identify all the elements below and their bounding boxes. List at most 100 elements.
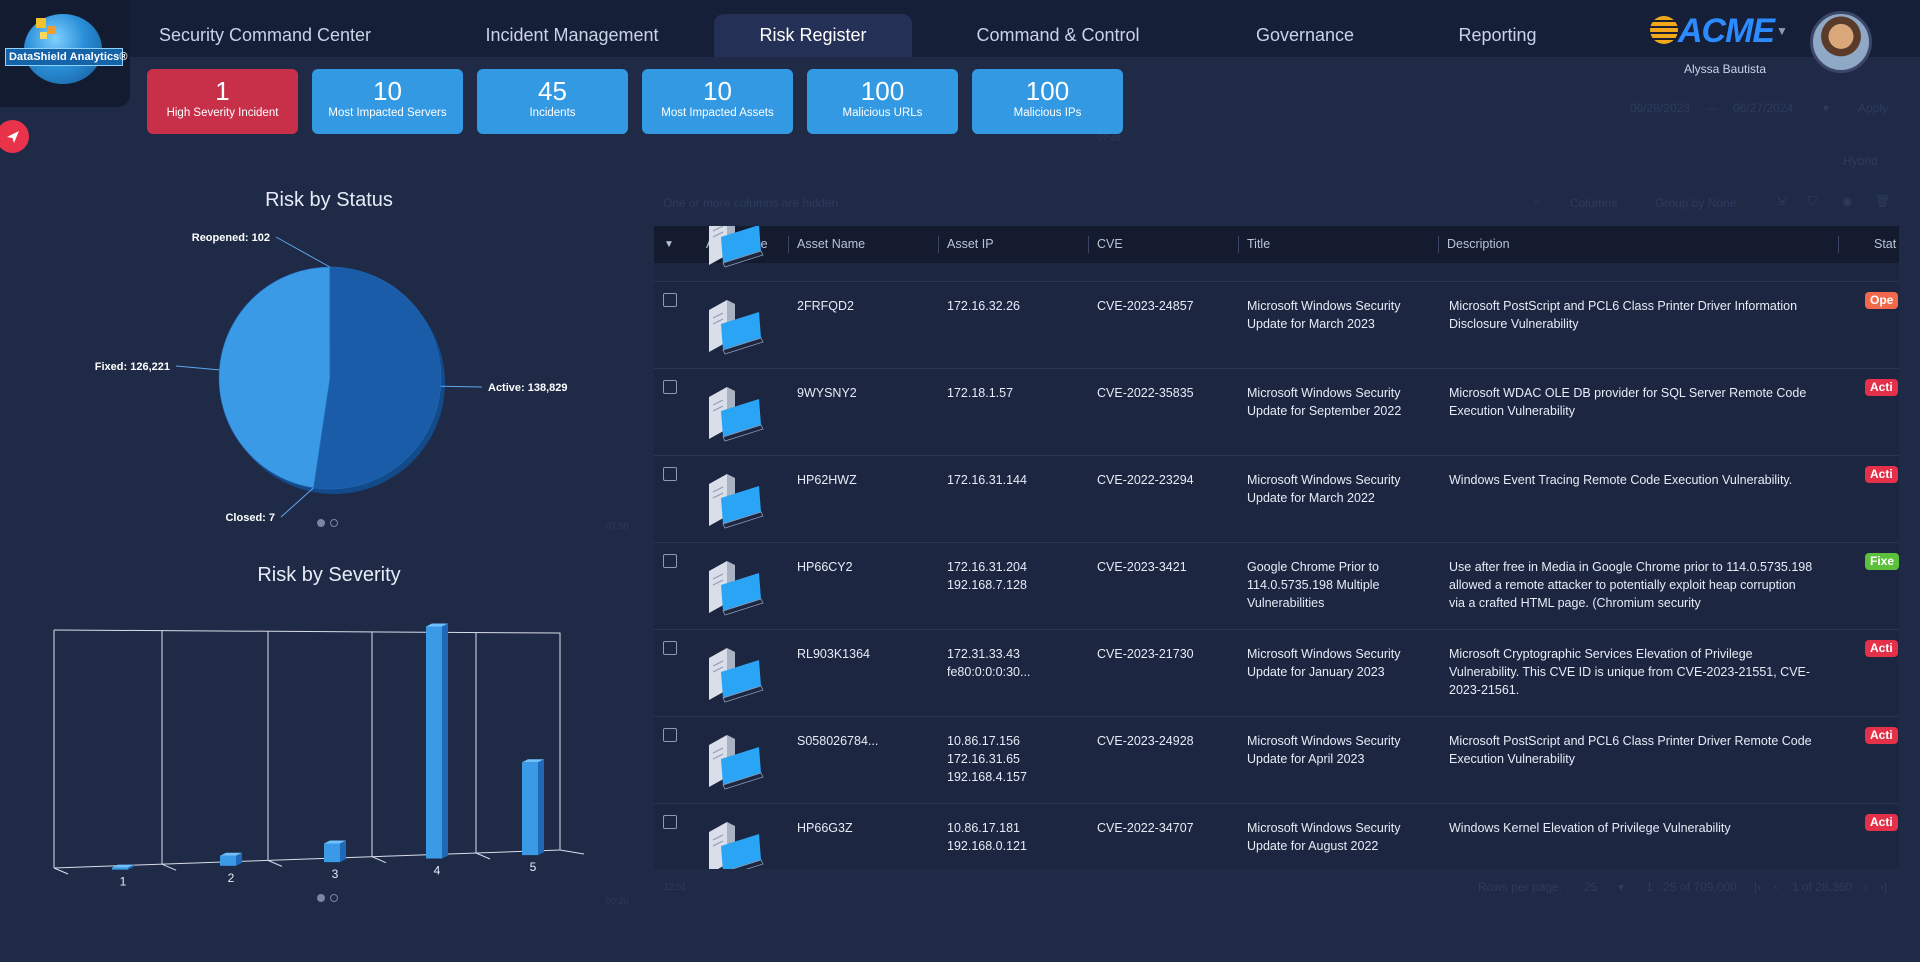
send-button[interactable] [0,120,29,153]
asset-ip-line: fe80:0:0:0:30... [947,665,1031,679]
status-badge: Ope [1865,292,1899,309]
chart-grid-line [371,856,387,864]
risk-by-severity-chart: 1 2 3 4 5 [53,623,585,889]
asset-name[interactable]: 9WYSNY2 [797,384,937,402]
chart-timestamp: 07:50 [606,521,629,531]
vuln-title: Microsoft Windows Security Update for Ap… [1247,734,1401,766]
datashield-logo[interactable]: DataShield Analytics® [0,0,130,107]
cve-id[interactable]: CVE-2022-34707 [1097,819,1237,837]
chart-pager-dot[interactable] [317,519,325,527]
row-checkbox[interactable] [663,641,677,655]
date-separator: — [1706,101,1718,115]
cve-id[interactable]: CVE-2023-21730 [1097,645,1237,663]
row-checkbox[interactable] [663,467,677,481]
chevron-down-icon: ▾ [1618,880,1625,894]
asset-ip-line: 192.168.7.128 [947,578,1027,592]
asset-name[interactable]: HP66G3Z [797,819,937,837]
tab-reporting[interactable]: Reporting [1420,14,1575,57]
apply-button[interactable]: Apply [1858,101,1888,115]
cve-id[interactable]: CVE-2022-23294 [1097,471,1237,489]
pie-data-label: Reopened: 102 [192,232,270,244]
logo-square [36,18,46,28]
trash-icon[interactable]: 🗑 [1875,194,1890,208]
chart-title-status: Risk by Status [265,189,393,211]
logo-wordmark: DataShield Analytics® [5,48,128,66]
card-most-impacted-servers[interactable]: 10 Most Impacted Servers [312,69,463,134]
cve-id[interactable]: CVE-2023-24857 [1097,297,1237,315]
chart-pager-dot[interactable] [330,519,338,527]
card-value: 100 [860,76,905,106]
table-row[interactable]: HP66CY2 172.16.31.204 192.168.7.128 CVE-202… [654,543,1899,630]
severity-bar-side [340,840,346,863]
cve-id[interactable]: CVE-2023-3421 [1097,558,1237,576]
rows-per-page-select[interactable]: 25 [1584,880,1597,894]
severity-bar-2 [220,855,236,866]
cve-id[interactable]: CVE-2023-24928 [1097,732,1237,750]
status-badge: Acti [1865,640,1898,657]
severity-tick-label: 3 [332,867,339,881]
card-incidents[interactable]: 45 Incidents [477,69,628,134]
hidden-columns-note: One or more columns are hidden [663,196,839,210]
prev-page-button[interactable]: ‹ [1774,880,1778,894]
asset-ip: 172.16.31.204 192.168.7.128 [947,558,1087,594]
asset-ip-line: 192.168.4.157 [947,770,1027,784]
date-to-input[interactable]: 06/27/2024 [1733,101,1793,115]
vuln-description: Windows Event Tracing Remote Code Execut… [1449,473,1793,487]
card-malicious-ips[interactable]: 100 Malicious IPs [972,69,1123,134]
pie-slice-fixed[interactable] [218,266,331,489]
row-checkbox[interactable] [663,554,677,568]
asset-name[interactable]: RL903K1364 [797,645,937,663]
tab-risk-register[interactable]: Risk Register [714,14,912,57]
asset-name[interactable]: HP62HWZ [797,471,937,489]
row-checkbox[interactable] [663,815,677,829]
expand-icon[interactable]: ⇲ [1776,194,1786,208]
cve-id[interactable]: CVE-2022-35835 [1097,384,1237,402]
row-checkbox[interactable] [663,380,677,394]
first-page-button[interactable]: |‹ [1754,880,1761,894]
mode-select[interactable]: Hybrid [1843,154,1878,168]
severity-tick-label: 2 [228,871,235,885]
eye-icon[interactable]: ◉ [1842,194,1852,208]
tab-governance[interactable]: Governance [1225,14,1385,57]
card-label: Incidents [529,107,576,119]
avatar[interactable] [1810,11,1872,73]
group-by-select[interactable]: Group by None [1655,196,1736,210]
asset-name[interactable]: S058026784... [797,732,937,750]
chart-pager-dot[interactable] [317,894,325,902]
filter-icon[interactable]: ⛉ [1808,194,1817,209]
tab-security-command-center[interactable]: Security Command Center [145,14,385,57]
asset-ip-line: 172.16.32.26 [947,299,1020,313]
org-switcher[interactable]: ACME ▼ [1650,10,1788,50]
table-row[interactable]: 2FRFQD2 172.16.32.26 CVE-2023-24857 Microso… [654,282,1899,369]
tab-command-and-control[interactable]: Command & Control [958,14,1158,57]
pie-slice-active[interactable] [313,266,442,490]
card-label: Malicious URLs [842,107,923,119]
asset-ip-line: 10.86.17.181 [947,821,1020,835]
card-value: 10 [703,76,732,106]
table-row[interactable]: 9WYSNY2 172.18.1.57 CVE-2022-35835 Microsof… [654,369,1899,456]
table-row[interactable]: RL903K1364 172.31.33.43 fe80:0:0:0:30... CV… [654,630,1899,717]
server-icon [701,812,765,869]
chart-pager-dot[interactable] [330,894,338,902]
asset-name[interactable]: HP66CY2 [797,558,937,576]
asset-ip: 172.18.1.57 [947,384,1087,402]
search-icon[interactable]: ⌕ [1534,194,1541,209]
table-row[interactable]: S058026784... 10.86.17.156 172.16.31.65 192… [654,717,1899,804]
row-checkbox[interactable] [663,293,677,307]
row-checkbox[interactable] [663,728,677,742]
table-footer: 12:51 Rows per page: 25 ▾ 1 - 25 of 709,… [654,870,1899,906]
asset-name[interactable]: 2FRFQD2 [797,297,937,315]
last-page-button[interactable]: ›| [1880,880,1887,894]
table-row[interactable]: HP66G3Z 10.86.17.181 192.168.0.121 CVE-2022… [654,804,1899,869]
chart-axis-line [559,849,585,855]
card-malicious-urls[interactable]: 100 Malicious URLs [807,69,958,134]
severity-bar-side [442,623,448,859]
tab-incident-management[interactable]: Incident Management [452,14,692,57]
card-most-impacted-assets[interactable]: 10 Most Impacted Assets [642,69,793,134]
table-row[interactable]: HP62HWZ 172.16.31.144 CVE-2022-23294 Micros… [654,456,1899,543]
columns-button[interactable]: Columns [1570,196,1617,210]
date-from-input[interactable]: 06/28/2023 [1630,101,1690,115]
next-page-button[interactable]: › [1864,880,1868,894]
risk-register-table: ▼ Asset Type Asset Name Asset IP CVE Tit… [654,226,1899,869]
card-high-severity-incident[interactable]: 1 High Severity Incident [147,69,298,134]
